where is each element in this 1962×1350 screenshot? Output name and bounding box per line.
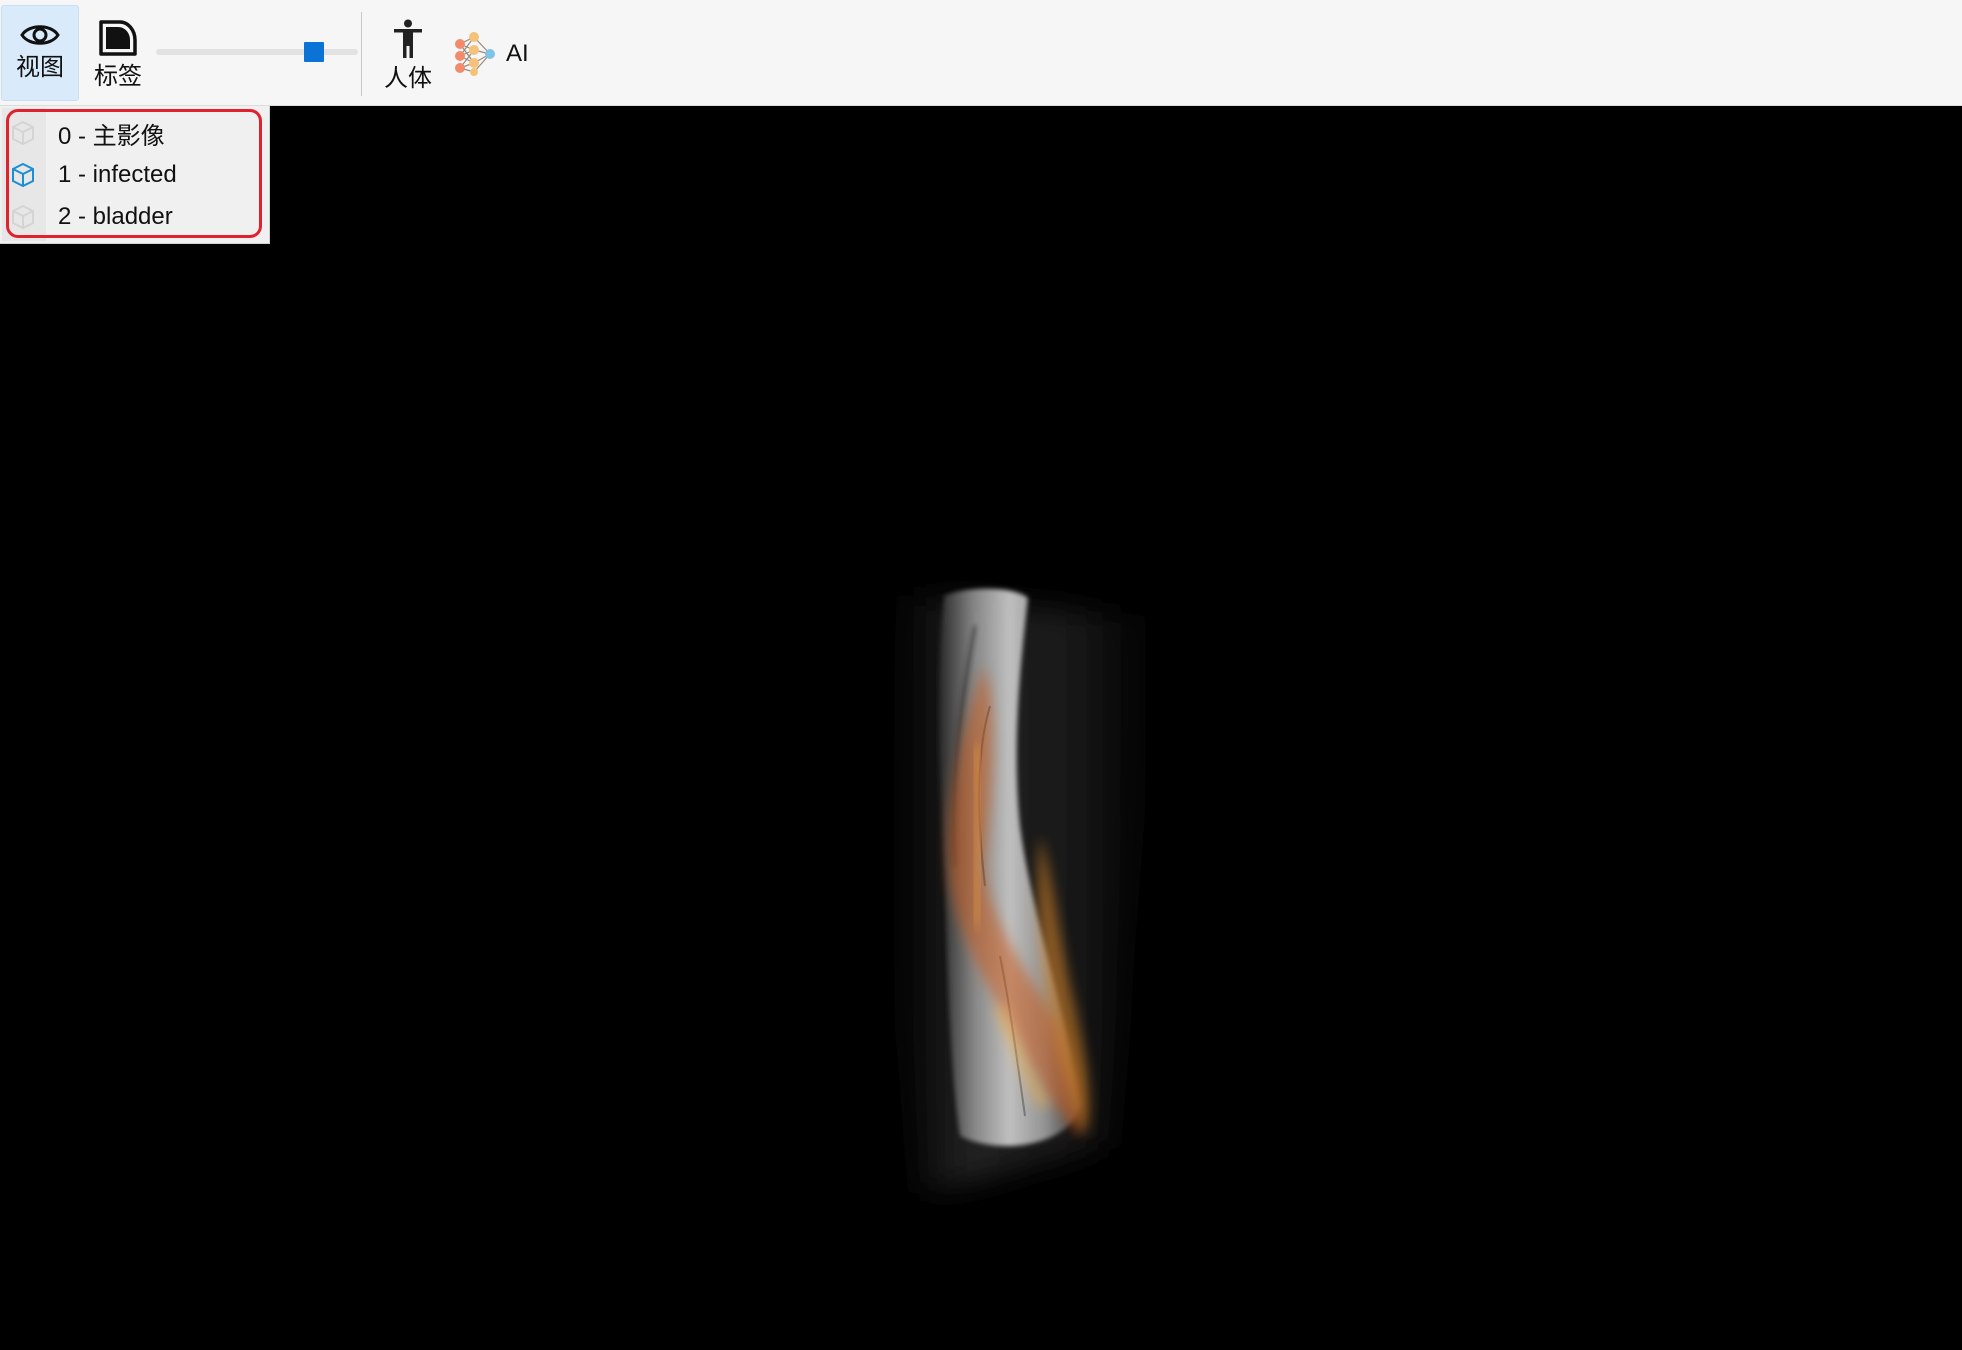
render-viewport-3d[interactable] [0, 106, 1962, 1350]
slider-thumb[interactable] [303, 42, 324, 62]
layer-item-label: 2 - bladder [58, 203, 173, 230]
cube-icon [0, 162, 46, 188]
layer-dropdown: 0 - 主影像 1 - infected 2 - bladder [0, 106, 270, 244]
label-button[interactable]: 标签 [82, 5, 154, 101]
app-window: 视图 标签 人体 AI 0 - 主影像 1 - infected 2 - bla… [0, 0, 1962, 1350]
neural-network-icon [455, 32, 495, 76]
layer-item-bladder[interactable]: 2 - bladder [0, 196, 270, 238]
layer-item-infected[interactable]: 1 - infected [0, 154, 270, 196]
view-button[interactable]: 视图 [1, 5, 79, 101]
view-button-label: 视图 [16, 54, 64, 81]
slider-track [156, 49, 358, 55]
layer-item-label: 1 - infected [58, 161, 177, 188]
layer-item-label: 0 - 主影像 [58, 122, 165, 150]
ai-button-label: AI [506, 40, 529, 67]
opacity-slider[interactable] [156, 42, 358, 62]
volume-render [880, 588, 1165, 1196]
eye-icon [20, 25, 60, 45]
body-button-label: 人体 [384, 65, 432, 92]
cube-icon [0, 120, 46, 146]
layer-item-main-image[interactable]: 0 - 主影像 [0, 112, 270, 154]
label-shape-icon [99, 20, 137, 56]
body-button[interactable]: 人体 [376, 5, 440, 101]
person-icon [394, 19, 422, 58]
layer-list: 0 - 主影像 1 - infected 2 - bladder [0, 112, 270, 238]
ai-button[interactable]: AI [452, 30, 529, 78]
cube-icon [0, 204, 46, 230]
toolbar: 视图 标签 人体 AI [0, 0, 1962, 106]
toolbar-separator [361, 12, 362, 96]
label-button-label: 标签 [94, 63, 142, 90]
